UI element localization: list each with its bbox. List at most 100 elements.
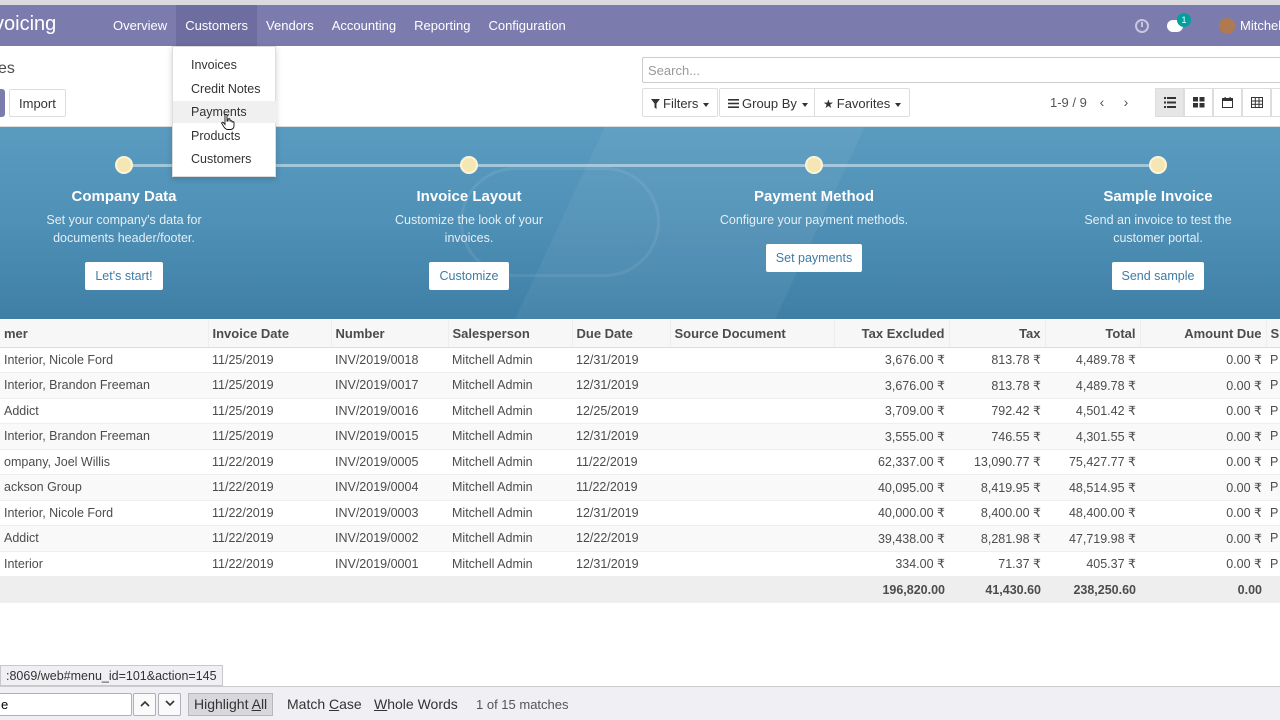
step-description: Set your company's data for documents he… bbox=[46, 213, 202, 245]
pivot-view-button[interactable] bbox=[1242, 88, 1271, 117]
search-input[interactable] bbox=[643, 58, 1280, 82]
star-icon: ★ bbox=[823, 97, 834, 111]
table-icon bbox=[1251, 97, 1263, 108]
user-name[interactable]: Mitchel bbox=[1240, 18, 1280, 33]
chevron-up-icon bbox=[139, 700, 150, 707]
table-cell: INV/2019/0017 bbox=[331, 372, 448, 398]
chat-icon[interactable]: 1 bbox=[1167, 12, 1191, 32]
column-header[interactable]: Invoice Date bbox=[208, 320, 332, 348]
calendar-view-button[interactable] bbox=[1213, 88, 1242, 117]
customers-dropdown-menu: Invoices Credit Notes Payments Products … bbox=[172, 46, 277, 177]
table-cell: 62,337.00 ₹ bbox=[834, 448, 949, 475]
user-avatar[interactable] bbox=[1219, 17, 1235, 34]
table-cell: INV/2019/0015 bbox=[331, 423, 448, 449]
table-cell: 40,095.00 ₹ bbox=[834, 474, 949, 500]
customize-button[interactable]: Customize bbox=[429, 262, 509, 290]
table-cell: 11/25/2019 bbox=[208, 397, 331, 424]
list-view-button[interactable] bbox=[1155, 88, 1184, 117]
table-cell: 0.00 ₹ bbox=[1140, 397, 1266, 424]
search-box[interactable] bbox=[642, 57, 1280, 83]
caret-down-icon bbox=[895, 102, 902, 107]
column-header[interactable]: Tax Excluded bbox=[834, 320, 950, 348]
hand-cursor-icon bbox=[221, 114, 235, 130]
column-header[interactable]: mer bbox=[0, 320, 209, 348]
table-row[interactable]: Addict 11/22/2019 INV/2019/0002 Mitchell Ad… bbox=[0, 525, 1280, 551]
table-row[interactable]: ompany, Joel Willis 11/22/2019 INV/2019/00… bbox=[0, 448, 1280, 475]
table-cell: 334.00 ₹ bbox=[834, 550, 949, 577]
chat-count-badge: 1 bbox=[1177, 12, 1191, 27]
import-button[interactable]: Import bbox=[9, 89, 66, 117]
dropdown-item-credit-notes[interactable]: Credit Notes bbox=[173, 78, 277, 100]
find-next-button[interactable] bbox=[158, 693, 181, 716]
favorites-button[interactable]: ★ Favorites bbox=[814, 88, 911, 117]
column-header[interactable]: Salesperson bbox=[448, 320, 573, 348]
send-sample-button[interactable]: Send sample bbox=[1111, 262, 1205, 290]
table-cell: 11/22/2019 bbox=[208, 525, 331, 551]
table-cell: 12/31/2019 bbox=[572, 550, 670, 577]
menu-customers[interactable]: Customers bbox=[176, 5, 258, 46]
match-case-toggle[interactable]: Match Case bbox=[282, 693, 367, 716]
column-header[interactable]: Total bbox=[1045, 320, 1141, 348]
invoice-table: mer Invoice Date Number Salesperson Due Date… bbox=[0, 320, 1280, 603]
find-input[interactable]: e bbox=[0, 693, 132, 716]
app-name[interactable]: voicing bbox=[0, 13, 56, 36]
menu-reporting[interactable]: Reporting bbox=[405, 5, 479, 46]
table-cell: 11/22/2019 bbox=[208, 448, 331, 475]
table-row[interactable]: Addict 11/25/2019 INV/2019/0016 Mitchell Ad… bbox=[0, 397, 1280, 424]
filter-icon bbox=[651, 99, 660, 109]
main-menu: Overview Customers Vendors Accounting Re… bbox=[104, 5, 575, 46]
table-cell: Interior, Nicole Ford bbox=[0, 499, 208, 526]
whole-words-toggle[interactable]: Whole Words bbox=[369, 693, 463, 716]
table-cell: 0.00 ₹ bbox=[1140, 550, 1266, 577]
column-header[interactable]: S bbox=[1266, 320, 1280, 348]
table-cell bbox=[670, 448, 834, 475]
pager-next-icon[interactable]: › bbox=[1118, 93, 1134, 111]
column-header[interactable]: Number bbox=[331, 320, 449, 348]
step-dot-icon bbox=[115, 156, 133, 174]
menu-configuration[interactable]: Configuration bbox=[479, 5, 574, 46]
table-row[interactable]: Interior 11/22/2019 INV/2019/0001 Mitchell … bbox=[0, 550, 1280, 577]
table-cell: 0.00 ₹ bbox=[1140, 499, 1266, 526]
lets-start-button[interactable]: Let's start! bbox=[85, 262, 163, 290]
table-cell: Mitchell Admin bbox=[448, 448, 572, 475]
group-by-button[interactable]: Group By bbox=[719, 88, 817, 117]
total-empty-cell bbox=[1266, 576, 1280, 603]
table-row[interactable]: Interior, Nicole Ford 11/22/2019 INV/2019/… bbox=[0, 499, 1280, 526]
menu-overview[interactable]: Overview bbox=[104, 5, 176, 46]
dropdown-item-customers[interactable]: Customers bbox=[173, 148, 277, 170]
column-header[interactable]: Due Date bbox=[572, 320, 671, 348]
activity-clock-icon[interactable] bbox=[1135, 18, 1149, 33]
find-previous-button[interactable] bbox=[133, 693, 156, 716]
highlight-all-toggle[interactable]: Highlight All bbox=[188, 693, 274, 716]
pager-value[interactable]: 1-9 / 9 bbox=[1050, 95, 1087, 110]
column-header[interactable]: Amount Due bbox=[1140, 320, 1267, 348]
table-cell: 11/22/2019 bbox=[208, 474, 331, 500]
menu-vendors[interactable]: Vendors bbox=[257, 5, 323, 46]
set-payments-button[interactable]: Set payments bbox=[765, 244, 863, 272]
onboarding-progress-line bbox=[124, 164, 1158, 167]
create-button[interactable] bbox=[0, 89, 5, 117]
kanban-view-button[interactable] bbox=[1184, 88, 1213, 117]
table-cell: 12/31/2019 bbox=[572, 499, 670, 526]
table-cell: 8,400.00 ₹ bbox=[949, 499, 1045, 526]
pager-previous-icon[interactable]: ‹ bbox=[1094, 93, 1110, 111]
filters-label: Filters bbox=[663, 96, 699, 111]
step-title: Company Data bbox=[71, 188, 177, 205]
column-header[interactable]: Source Document bbox=[670, 320, 835, 348]
graph-view-button[interactable] bbox=[1271, 88, 1280, 117]
table-cell bbox=[670, 499, 834, 526]
menu-accounting[interactable]: Accounting bbox=[323, 5, 405, 46]
breadcrumb: es bbox=[0, 60, 15, 77]
table-cell bbox=[670, 550, 834, 577]
table-row[interactable]: Interior, Nicole Ford 11/25/2019 INV/2019/… bbox=[0, 346, 1280, 373]
table-cell: 746.55 ₹ bbox=[949, 423, 1045, 449]
find-status: 1 of 15 matches bbox=[476, 697, 569, 712]
table-row[interactable]: Interior, Brandon Freeman 11/25/2019 INV/2… bbox=[0, 372, 1280, 398]
column-header[interactable]: Tax bbox=[949, 320, 1046, 348]
table-row[interactable]: ackson Group 11/22/2019 INV/2019/0004 Mitch… bbox=[0, 474, 1280, 500]
filters-button[interactable]: Filters bbox=[642, 88, 719, 117]
table-row[interactable]: Interior, Brandon Freeman 11/25/2019 INV/2… bbox=[0, 423, 1280, 449]
dropdown-item-invoices[interactable]: Invoices bbox=[173, 54, 277, 76]
table-cell: Mitchell Admin bbox=[448, 372, 572, 398]
table-cell: 12/31/2019 bbox=[572, 346, 670, 373]
